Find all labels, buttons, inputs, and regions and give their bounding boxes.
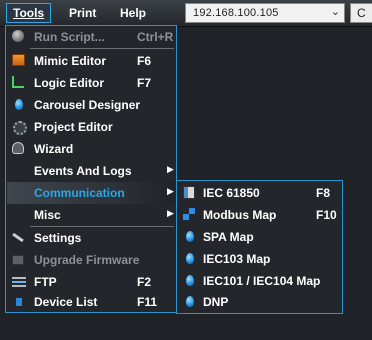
menu-item-logic-editor[interactable]: Logic Editor F7 — [7, 72, 175, 94]
submenu-item-label: IEC 61850 — [203, 186, 260, 200]
menu-item-device-list[interactable]: Device List F11 — [7, 291, 175, 313]
submenu-item-dnp[interactable]: DNP — [178, 291, 341, 313]
ip-address-dropdown[interactable]: 192.168.100.105 ⌄ — [185, 3, 345, 23]
menu-item-wizard[interactable]: Wizard — [7, 138, 175, 160]
submenu-item-iec103-map[interactable]: IEC103 Map — [178, 248, 341, 270]
menu-item-run-script[interactable]: Run Script... Ctrl+R — [7, 26, 175, 48]
submenu-arrow-icon: ▶ — [167, 208, 174, 218]
submenu-item-label: SPA Map — [203, 230, 254, 244]
menu-item-label: Communication — [34, 186, 125, 200]
submenu-item-shortcut: F10 — [316, 208, 337, 222]
menu-bar: Tools Print Help 192.168.100.105 ⌄ C — [0, 0, 372, 27]
menu-item-upgrade-firmware[interactable]: Upgrade Firmware — [7, 249, 175, 271]
submenu-item-shortcut: F8 — [316, 186, 331, 200]
submenu-item-spa-map[interactable]: SPA Map — [178, 226, 341, 248]
menu-item-events-and-logs[interactable]: Events And Logs ▶ — [7, 160, 175, 182]
menu-item-shortcut: F6 — [137, 54, 152, 68]
drop-icon — [183, 252, 197, 266]
gear-icon — [12, 120, 27, 135]
menu-item-carousel-designer[interactable]: Carousel Designer — [7, 94, 175, 116]
menu-item-label: Events And Logs — [34, 164, 132, 178]
menu-item-label: FTP — [34, 275, 57, 289]
menu-item-ftp[interactable]: FTP F2 — [7, 271, 175, 293]
communication-submenu: IEC 61850 F8 Modbus Map F10 SPA Map IEC1… — [176, 180, 343, 314]
menu-help[interactable]: Help — [120, 6, 146, 20]
menu-item-communication[interactable]: Communication ▶ — [7, 182, 175, 204]
submenu-item-label: Modbus Map — [203, 208, 277, 222]
chevron-down-icon: ⌄ — [330, 6, 340, 18]
menu-item-label: Carousel Designer — [34, 98, 141, 112]
upgrade-icon — [12, 253, 26, 267]
mimic-editor-icon — [12, 54, 26, 68]
submenu-item-iec-61850[interactable]: IEC 61850 F8 — [178, 182, 341, 204]
submenu-item-label: IEC103 Map — [203, 252, 271, 266]
submenu-item-iec101-iec104-map[interactable]: IEC101 / IEC104 Map — [178, 270, 341, 292]
ip-address-value: 192.168.100.105 — [193, 7, 279, 19]
c-button[interactable]: C — [350, 3, 372, 23]
drop-icon — [12, 98, 26, 112]
menu-item-label: Wizard — [34, 142, 74, 156]
wizard-icon — [12, 142, 26, 156]
submenu-item-label: DNP — [203, 295, 229, 309]
menu-item-label: Settings — [34, 231, 82, 245]
menu-item-settings[interactable]: Settings — [7, 227, 175, 249]
disc-icon — [12, 30, 26, 44]
menu-tools[interactable]: Tools — [6, 3, 52, 23]
drop-icon — [183, 295, 197, 309]
menu-item-shortcut: F2 — [137, 275, 152, 289]
modbus-icon — [183, 208, 197, 222]
menu-item-label: Misc — [34, 208, 61, 222]
wrench-icon — [12, 231, 26, 245]
submenu-item-modbus-map[interactable]: Modbus Map F10 — [178, 204, 341, 226]
menu-print[interactable]: Print — [69, 6, 96, 20]
submenu-arrow-icon: ▶ — [167, 164, 174, 174]
menu-item-label: Logic Editor — [34, 76, 104, 90]
menu-item-shortcut: Ctrl+R — [137, 30, 174, 44]
device-list-icon — [12, 295, 26, 309]
menu-item-label: Run Script... — [34, 30, 105, 44]
menu-item-mimic-editor[interactable]: Mimic Editor F6 — [7, 50, 175, 72]
menu-item-label: Device List — [34, 295, 98, 309]
menu-item-misc[interactable]: Misc ▶ — [7, 204, 175, 226]
menu-item-label: Project Editor — [34, 120, 113, 134]
tools-menu: Run Script... Ctrl+R Mimic Editor F6 Log… — [5, 25, 177, 313]
logic-editor-icon — [12, 76, 26, 90]
ftp-icon — [12, 275, 26, 289]
menu-item-project-editor[interactable]: Project Editor — [7, 116, 175, 138]
drop-icon — [183, 274, 197, 288]
menu-item-shortcut: F11 — [137, 295, 158, 309]
menu-item-label: Mimic Editor — [34, 54, 107, 68]
menu-item-label: Upgrade Firmware — [34, 253, 140, 267]
submenu-arrow-icon: ▶ — [167, 186, 174, 196]
drop-icon — [183, 230, 197, 244]
submenu-item-label: IEC101 / IEC104 Map — [203, 274, 321, 288]
menu-item-shortcut: F7 — [137, 76, 152, 90]
iec61850-icon — [183, 186, 197, 200]
menu-separator — [30, 48, 174, 49]
